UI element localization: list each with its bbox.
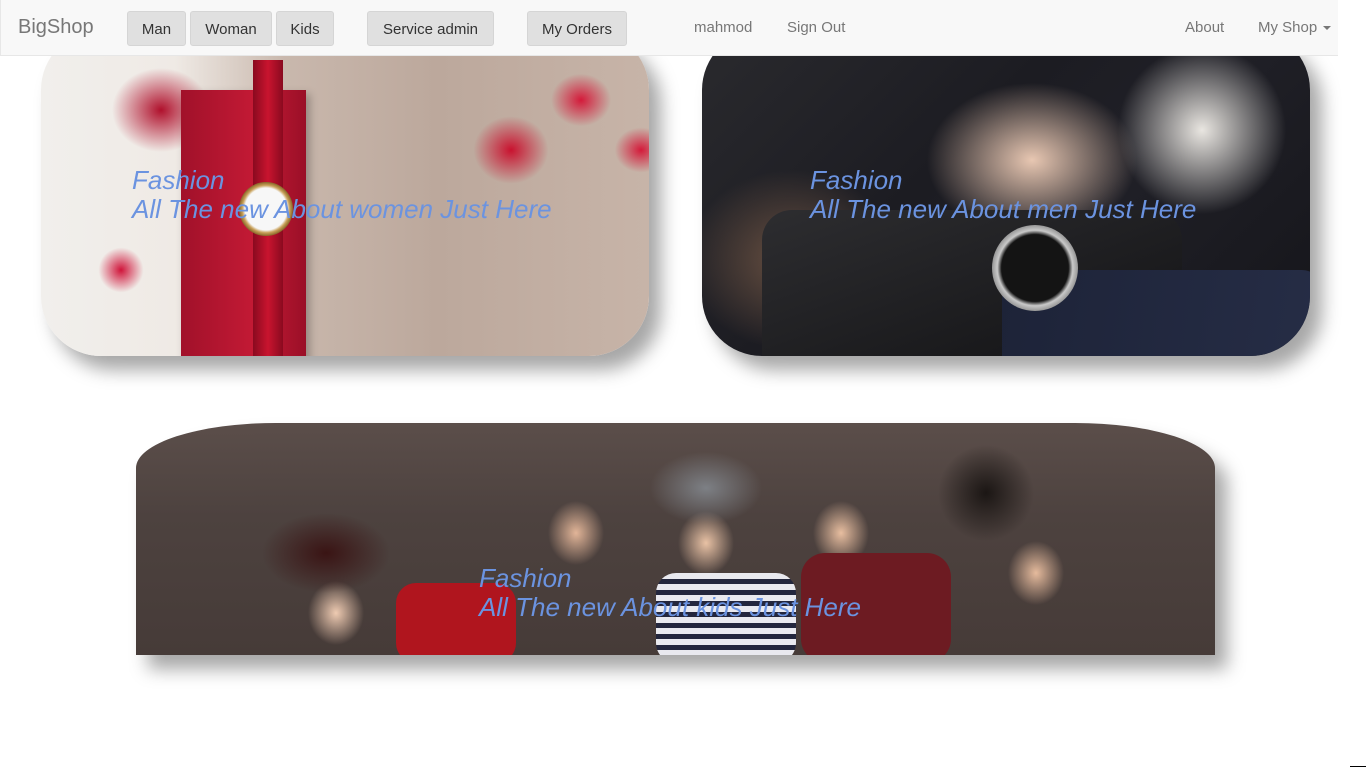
kids-button[interactable]: Kids: [276, 11, 334, 46]
women-banner-subtitle: All The new About women Just Here: [132, 194, 552, 224]
kids-banner-subtitle: All The new About kids Just Here: [479, 592, 861, 622]
user-name-link[interactable]: mahmod: [694, 19, 752, 36]
sign-out-link[interactable]: Sign Out: [787, 19, 845, 36]
top-navbar: BigShop Man Woman Kids Service admin My …: [0, 0, 1338, 56]
men-banner-title: Fashion: [810, 165, 903, 195]
women-banner-title: Fashion: [132, 165, 225, 195]
wristwatch-image: [992, 225, 1078, 311]
my-shop-label: My Shop: [1258, 19, 1318, 36]
brand-logo[interactable]: BigShop: [18, 16, 94, 39]
kids-banner-title: Fashion: [479, 563, 572, 593]
men-banner-subtitle: All The new About men Just Here: [810, 194, 1197, 224]
service-admin-button[interactable]: Service admin: [367, 11, 494, 46]
my-shop-dropdown[interactable]: My Shop: [1258, 19, 1332, 36]
women-banner-caption: Fashion All The new About women Just Her…: [132, 166, 552, 224]
corner-divider: [1350, 766, 1366, 767]
men-banner-caption: Fashion All The new About men Just Here: [810, 166, 1196, 224]
about-link[interactable]: About: [1185, 19, 1224, 36]
kids-banner-caption: Fashion All The new About kids Just Here: [479, 564, 861, 622]
man-button[interactable]: Man: [127, 11, 186, 46]
woman-button[interactable]: Woman: [190, 11, 272, 46]
caret-down-icon: [1323, 26, 1332, 31]
my-orders-button[interactable]: My Orders: [527, 11, 627, 46]
